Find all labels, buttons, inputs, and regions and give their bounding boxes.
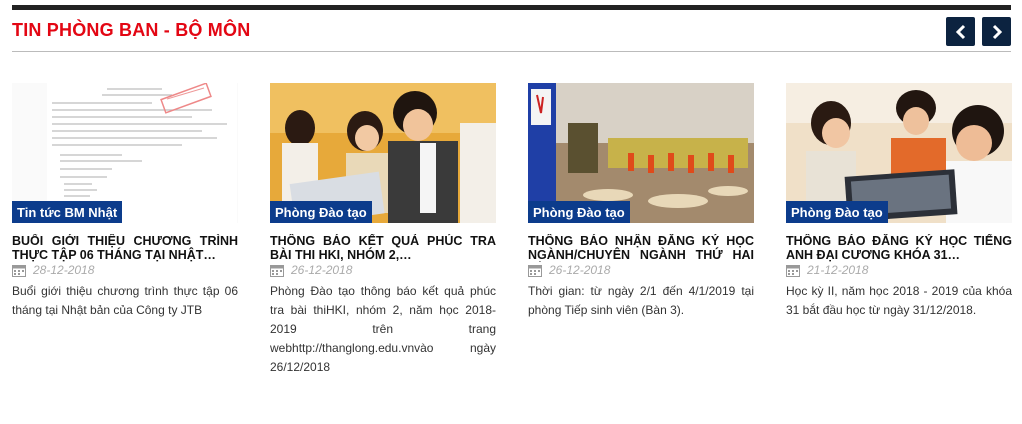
news-description: Buổi giới thiệu chương trình thực tập 06… — [12, 284, 238, 317]
calendar-icon — [528, 265, 542, 277]
news-meta: 26-12-2018 — [270, 263, 496, 278]
next-button[interactable] — [982, 17, 1011, 46]
calendar-icon — [270, 265, 284, 277]
calendar-icon — [12, 265, 26, 277]
news-date: 21-12-2018 — [807, 263, 869, 277]
news-meta: 21-12-2018 — [786, 263, 1012, 278]
section-title: TIN PHÒNG BAN - BỘ MÔN — [12, 20, 251, 40]
news-meta: 26-12-2018 — [528, 263, 754, 278]
news-meta: 28-12-2018 — [12, 263, 238, 278]
news-thumbnail[interactable]: Phòng Đào tạo — [786, 83, 1012, 223]
news-date: 26-12-2018 — [291, 263, 353, 277]
header-divider — [12, 51, 1011, 52]
news-card[interactable]: Phòng Đào tạo Thông báo kết quả phúc tra… — [270, 83, 496, 377]
news-title[interactable]: Thông báo kết quả phúc tra bài thi HKI, … — [270, 234, 496, 262]
chevron-right-icon — [992, 24, 1002, 39]
news-thumbnail[interactable]: Phòng Đào tạo — [528, 83, 754, 223]
category-badge[interactable]: Tin tức BM Nhật — [12, 201, 123, 223]
category-badge[interactable]: Phòng Đào tạo — [528, 201, 630, 223]
news-card[interactable]: Tin tức BM Nhật Buổi giới thiệu chương t… — [12, 83, 238, 320]
category-badge[interactable]: Phòng Đào tạo — [786, 201, 888, 223]
news-description: Thời gian: từ ngày 2/1 đến 4/1/2019 tại … — [528, 284, 754, 317]
chevron-left-icon — [955, 24, 965, 39]
news-card[interactable]: Phòng Đào tạo Thông báo nhận đăng ký học… — [528, 83, 754, 320]
prev-button[interactable] — [946, 17, 975, 46]
news-description: Phòng Đào tạo thông báo kết quả phúc tra… — [270, 284, 496, 374]
news-description: Học kỳ II, năm học 2018 - 2019 của khóa … — [786, 284, 1012, 317]
news-thumbnail[interactable]: Phòng Đào tạo — [270, 83, 496, 223]
news-date: 28-12-2018 — [33, 263, 95, 277]
news-title[interactable]: Buổi giới thiệu chương trình thực tập 06… — [12, 234, 238, 262]
news-title[interactable]: Thông báo nhận đăng ký học ngành/chuyên … — [528, 234, 754, 262]
news-card[interactable]: Phòng Đào tạo Thông báo đăng ký học tiến… — [786, 83, 1012, 320]
category-badge[interactable]: Phòng Đào tạo — [270, 201, 372, 223]
news-thumbnail[interactable]: Tin tức BM Nhật — [12, 83, 238, 223]
calendar-icon — [786, 265, 800, 277]
header-top-bar — [12, 5, 1011, 10]
news-title[interactable]: Thông báo đăng ký học tiếng Anh đại cươn… — [786, 234, 1012, 262]
news-date: 26-12-2018 — [549, 263, 611, 277]
